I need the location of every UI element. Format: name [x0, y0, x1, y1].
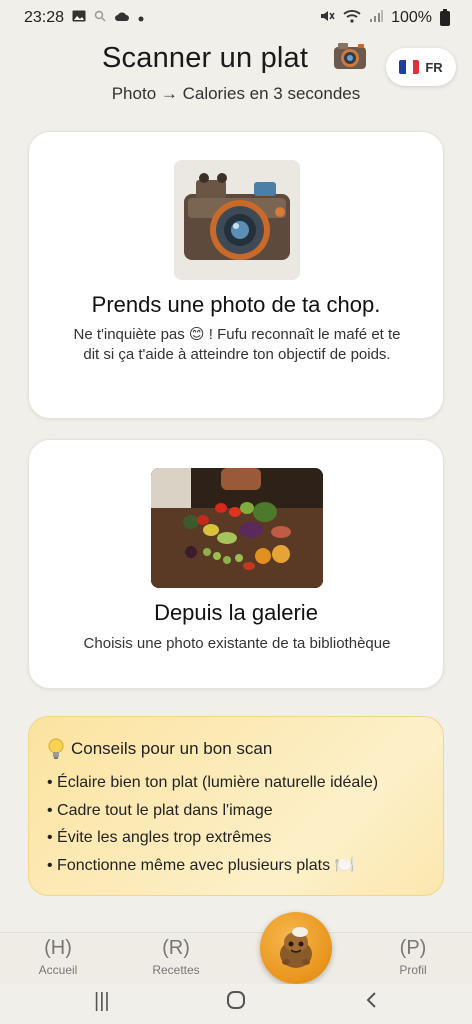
take-photo-card[interactable]: Prends une photo de ta chop. Ne t'inquiè…: [28, 131, 444, 419]
gallery-card[interactable]: Depuis la galerie Choisis une photo exis…: [28, 439, 444, 689]
take-photo-description-start: Ne t'inquiète pas: [73, 326, 189, 343]
search-icon: [94, 9, 106, 27]
vegetables-illustration: [151, 468, 323, 588]
tip-item: Éclaire bien ton plat (lumière naturelle…: [47, 772, 378, 800]
tips-title-text: Conseils pour un bon scan: [71, 739, 273, 758]
home-button[interactable]: [226, 990, 246, 1016]
take-photo-description: Ne t'inquiète pas 😊 ! Fufu reconnaît le …: [69, 325, 405, 365]
status-right: 100%: [319, 8, 450, 28]
nav-profile[interactable]: (P) Profil: [373, 937, 453, 977]
cloud-icon: [114, 9, 130, 27]
tip-item: Évite les angles trop extrêmes: [47, 827, 378, 855]
gallery-title: Depuis la galerie: [154, 600, 318, 625]
smile-emoji-icon: 😊: [188, 326, 205, 343]
dot-icon: [138, 9, 144, 27]
tips-panel: Conseils pour un bon scan Éclaire bien t…: [28, 716, 444, 896]
nav-recipes-label: Recettes: [152, 963, 200, 977]
battery-level: 100%: [391, 9, 432, 26]
camera-illustration: [174, 160, 300, 280]
profile-icon: (P): [399, 937, 427, 959]
take-photo-title: Prends une photo de ta chop.: [91, 292, 381, 317]
page-subtitle: Photo → Calories en 3 secondes: [111, 84, 361, 103]
home-icon: (H): [44, 937, 72, 959]
wifi-icon: [343, 9, 361, 28]
battery-icon: [440, 8, 450, 26]
language-code: FR: [425, 59, 443, 75]
lightbulb-icon: [47, 738, 65, 760]
recents-button[interactable]: |||: [94, 990, 110, 1013]
status-bar: 23:28 100%: [0, 0, 472, 36]
mute-icon: [319, 9, 335, 28]
mascot-icon: [280, 927, 312, 968]
status-time: 23:28: [24, 9, 65, 26]
back-button[interactable]: [364, 990, 378, 1016]
signal-icon: [369, 9, 384, 28]
system-navigation-bar: |||: [0, 984, 472, 1024]
camera-icon: [332, 39, 368, 71]
nav-home-label: Accueil: [38, 963, 78, 977]
nav-profile-label: Profil: [399, 963, 427, 977]
status-left: 23:28: [24, 9, 144, 27]
image-icon: [72, 9, 86, 27]
header: Scanner un plat Photo → Calories en 3 se…: [0, 38, 472, 108]
tips-list: Éclaire bien ton plat (lumière naturelle…: [47, 772, 378, 882]
recipes-icon: (R): [162, 937, 190, 959]
page-title: Scanner un plat: [102, 42, 309, 74]
bottom-navigation: (H) Accueil (R) Recettes (P) Profil: [0, 932, 472, 984]
france-flag-icon: [399, 60, 420, 74]
tip-item: Cadre tout le plat dans l'image: [47, 800, 378, 828]
gallery-description: Choisis une photo existante de ta biblio…: [83, 635, 391, 652]
scan-fab-button[interactable]: [260, 912, 332, 984]
nav-recipes[interactable]: (R) Recettes: [136, 937, 216, 977]
tip-item: Fonctionne même avec plusieurs plats 🍽️: [47, 855, 378, 883]
nav-home[interactable]: (H) Accueil: [18, 937, 98, 977]
tips-title: Conseils pour un bon scan: [47, 738, 272, 760]
language-selector-button[interactable]: FR: [386, 48, 456, 86]
